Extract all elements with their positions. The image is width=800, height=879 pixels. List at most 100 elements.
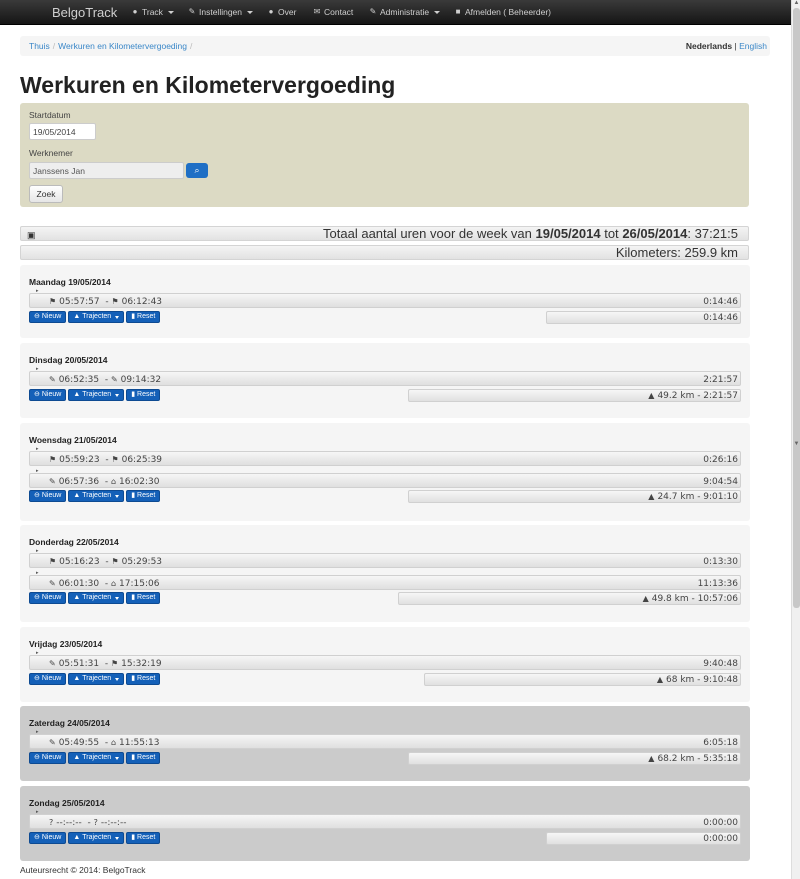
employee-input[interactable]: Janssens Jan: [29, 162, 184, 179]
minus-circle-icon: ⊖: [34, 754, 40, 761]
breadcrumb-current-link[interactable]: Werkuren en Kilometervergoeding: [58, 41, 187, 51]
reset-button[interactable]: ▮ Reset: [126, 752, 161, 764]
day-panel: Woensdag 21/05/2014 ▸ ⚑ 05:59:23 - ⚑ 06:25:3…: [20, 423, 750, 521]
new-button[interactable]: ⊖ Nieuw: [29, 832, 67, 844]
day-title: Dinsdag 20/05/2014: [29, 355, 108, 365]
trip-row[interactable]: ▸ ⚑ 05:57:57 - ⚑ 06:12:43 0:14:46: [29, 288, 741, 308]
road-icon: ▲: [73, 492, 81, 499]
day-title: Donderdag 22/05/2014: [29, 537, 119, 547]
trips-dropdown-button[interactable]: ▲ Trajecten: [68, 832, 125, 844]
minus-circle-icon: ⊖: [34, 492, 40, 499]
breadcrumb-home-link[interactable]: Thuis: [29, 41, 50, 51]
wrench-icon: ✎: [49, 477, 56, 486]
expand-arrow-icon[interactable]: ▸: [36, 548, 39, 554]
nav-item-instellingen[interactable]: ✎ Instellingen: [188, 7, 254, 17]
reset-button[interactable]: ▮ Reset: [126, 311, 161, 323]
trip-row[interactable]: ▸ ⚑ 05:59:23 - ⚑ 06:25:39 0:26:16: [29, 446, 741, 466]
new-button[interactable]: ⊖ Nieuw: [29, 752, 67, 764]
expand-arrow-icon[interactable]: ▸: [36, 288, 39, 294]
nav-item-contact[interactable]: ✉ Contact: [313, 7, 354, 17]
trip-start-time: --:--:--: [56, 818, 82, 828]
nav-item-administratie[interactable]: ✎ Administratie: [369, 7, 441, 17]
day-summary-value: 0:14:46: [703, 313, 738, 323]
caret-down-icon: [115, 756, 120, 760]
expand-arrow-icon[interactable]: ▸: [36, 446, 39, 452]
trips-dropdown-button[interactable]: ▲ Trajecten: [68, 490, 125, 502]
reset-button[interactable]: ▮ Reset: [126, 389, 161, 401]
employee-label: Werknemer: [29, 148, 73, 158]
caret-down-icon: [115, 494, 120, 498]
trips-dropdown-button[interactable]: ▲ Trajecten: [68, 389, 125, 401]
nav-item-track[interactable]: ● Track: [131, 7, 174, 17]
reset-button[interactable]: ▮ Reset: [126, 832, 161, 844]
reset-button-label: Reset: [137, 313, 156, 320]
language-english-link[interactable]: English: [739, 41, 767, 51]
trip-row[interactable]: ▸ ✎ 05:49:55 - ⌂ 11:55:13 6:05:18: [29, 729, 741, 749]
start-date-label: Startdatum: [29, 110, 71, 120]
reset-button[interactable]: ▮ Reset: [126, 673, 161, 685]
nav-item-over[interactable]: ● Over: [267, 7, 297, 17]
trip-row[interactable]: ▸ ⚑ 05:16:23 - ⚑ 05:29:53 0:13:30: [29, 548, 741, 568]
caret-down-icon: [115, 315, 120, 319]
nav-item-afmelden-beheerder[interactable]: ■ Afmelden ( Beheerder): [454, 7, 551, 17]
reset-button-label: Reset: [137, 391, 156, 398]
trip-row[interactable]: ▸ ✎ 05:51:31 - ⚑ 15:32:19 9:40:48: [29, 650, 741, 670]
caret-down-icon: [115, 596, 120, 600]
reset-button[interactable]: ▮ Reset: [126, 490, 161, 502]
lock-icon: ■: [455, 7, 461, 16]
expand-arrow-icon[interactable]: ▸: [36, 468, 39, 474]
road-icon: ▲: [648, 492, 655, 501]
employee-search-button[interactable]: ⌕: [186, 163, 208, 178]
new-button[interactable]: ⊖ Nieuw: [29, 592, 67, 604]
language-switcher: Nederlands | English: [686, 41, 767, 51]
trip-end-time: 17:15:06: [119, 579, 160, 589]
trip-duration: 9:40:48: [703, 659, 738, 669]
trip-times: ✎ 06:57:36 - ⌂ 16:02:30: [49, 477, 159, 487]
trip-row[interactable]: ▸ ✎ 06:01:30 - ⌂ 17:15:06 11:13:36: [29, 570, 741, 590]
trips-dropdown-button[interactable]: ▲ Trajecten: [68, 752, 125, 764]
trip-dash: -: [99, 557, 112, 567]
expand-arrow-icon[interactable]: ▸: [36, 650, 39, 656]
new-button[interactable]: ⊖ Nieuw: [29, 673, 67, 685]
trip-row[interactable]: ▸ ✎ 06:52:35 - ✎ 09:14:32 2:21:57: [29, 366, 741, 386]
scroll-up-icon[interactable]: ▲: [793, 0, 800, 7]
start-date-input[interactable]: 19/05/2014: [29, 123, 96, 140]
search-icon: ⌕: [194, 165, 200, 175]
expand-arrow-icon[interactable]: ▸: [36, 366, 39, 372]
language-separator: |: [734, 41, 737, 51]
day-summary-value: 49.8 km - 10:57:06: [651, 594, 738, 604]
expand-arrow-icon[interactable]: ▸: [36, 570, 39, 576]
trip-duration: 2:21:57: [703, 375, 738, 385]
trip-row[interactable]: ▸ ✎ 06:57:36 - ⌂ 16:02:30 9:04:54: [29, 468, 741, 488]
print-icon[interactable]: ▣: [27, 228, 36, 242]
breadcrumb: Thuis / Werkuren en Kilometervergoeding /: [29, 41, 195, 51]
road-icon: ▲: [73, 313, 81, 320]
day-actions: ⊖ Nieuw ▲ Trajecten ▮ Reset: [29, 752, 161, 764]
wrench-icon: ✎: [49, 738, 56, 747]
road-icon: ▲: [73, 754, 81, 761]
expand-arrow-icon[interactable]: ▸: [36, 809, 39, 815]
trip-dash: -: [99, 455, 112, 465]
brand-logo[interactable]: BelgoTrack: [52, 5, 117, 20]
trips-dropdown-button[interactable]: ▲ Trajecten: [68, 311, 125, 323]
trips-dropdown-button[interactable]: ▲ Trajecten: [68, 673, 125, 685]
new-button[interactable]: ⊖ Nieuw: [29, 311, 67, 323]
breadcrumb-separator: /: [190, 41, 193, 51]
scroll-thumb[interactable]: [793, 8, 800, 608]
caret-down-icon: [115, 836, 120, 840]
vertical-scrollbar[interactable]: ▲ ▼: [791, 0, 800, 879]
nav-item-label: Instellingen: [199, 7, 243, 17]
day-summary: ▲ 49.2 km - 2:21:57: [408, 389, 741, 402]
scroll-down-icon[interactable]: ▼: [793, 441, 800, 448]
reset-button[interactable]: ▮ Reset: [126, 592, 161, 604]
trip-row[interactable]: ▸? --:--:-- - ? --:--:-- 0:00:00: [29, 809, 741, 829]
new-button[interactable]: ⊖ Nieuw: [29, 389, 67, 401]
expand-arrow-icon[interactable]: ▸: [36, 729, 39, 735]
trips-dropdown-button[interactable]: ▲ Trajecten: [68, 592, 125, 604]
home-icon: ⌂: [110, 738, 117, 747]
trip-times: ✎ 06:01:30 - ⌂ 17:15:06: [49, 579, 159, 589]
trash-icon: ▮: [131, 313, 136, 320]
new-button[interactable]: ⊖ Nieuw: [29, 490, 67, 502]
trip-duration: 0:14:46: [703, 297, 738, 307]
search-submit-button[interactable]: Zoek: [29, 185, 63, 203]
